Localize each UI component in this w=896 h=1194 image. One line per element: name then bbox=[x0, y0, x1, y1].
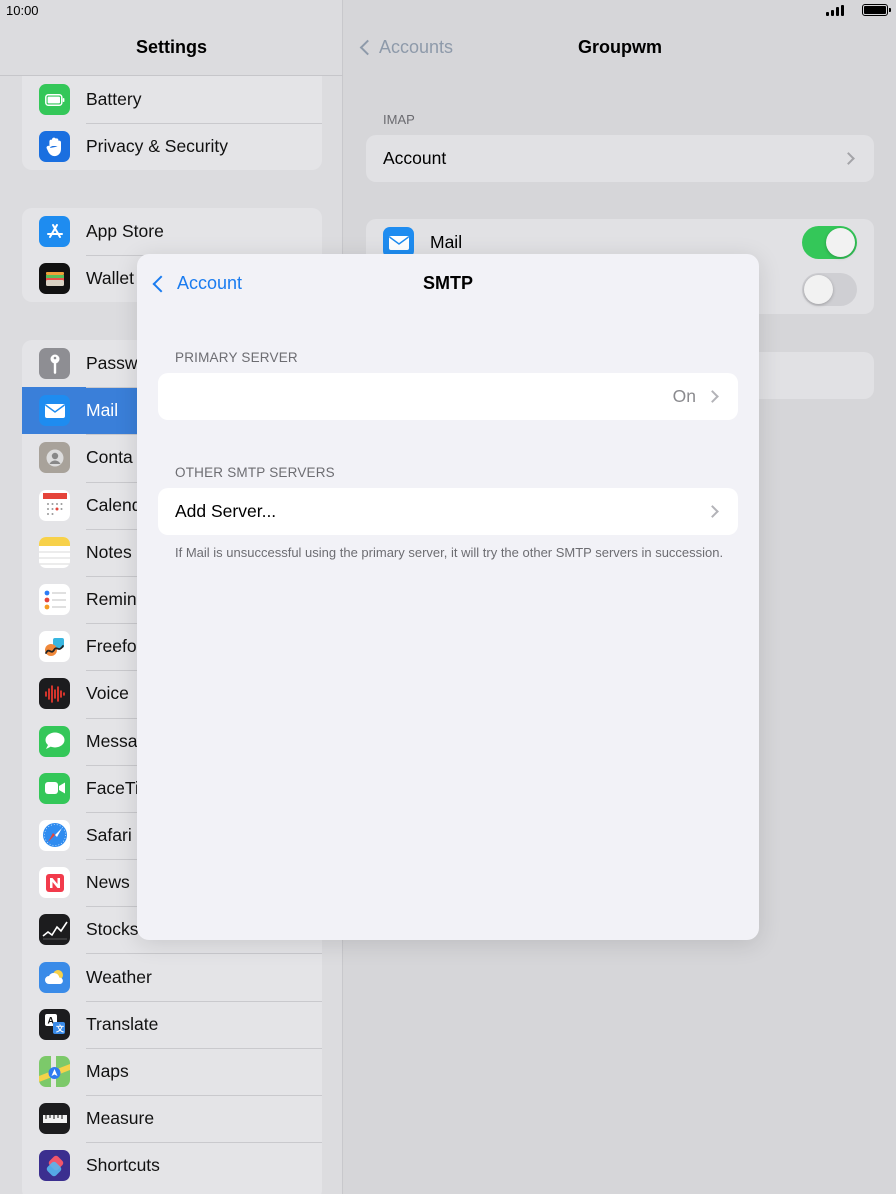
calendar-icon bbox=[39, 489, 70, 521]
sidebar-item-label: Privacy & Security bbox=[86, 136, 228, 157]
mail-icon bbox=[39, 395, 70, 427]
sidebar-item-label: Measure bbox=[86, 1108, 155, 1129]
messages-icon bbox=[39, 725, 70, 757]
notes-icon bbox=[39, 536, 70, 568]
sidebar-item-label: Translate bbox=[86, 1013, 159, 1034]
app-store-icon bbox=[39, 216, 70, 248]
other-servers-section-label: OTHER SMTP SERVERS bbox=[175, 465, 335, 480]
mail-service-label: Mail bbox=[430, 232, 463, 252]
sidebar-group-1: Battery Privacy & Security bbox=[22, 76, 322, 171]
account-card[interactable]: Account bbox=[366, 135, 874, 182]
contacts-icon bbox=[39, 442, 70, 474]
wallet-icon bbox=[39, 263, 70, 295]
svg-text:文: 文 bbox=[56, 1024, 65, 1034]
primary-server-status: On bbox=[672, 386, 696, 406]
sidebar-item-label: Passw bbox=[86, 353, 138, 374]
sidebar-item-weather[interactable]: Weather bbox=[22, 953, 322, 1000]
chevron-right-icon bbox=[842, 152, 855, 165]
sidebar-title: Settings bbox=[135, 37, 207, 57]
sidebar-item-label: FaceTi bbox=[86, 777, 139, 798]
sidebar-item-label: Notes bbox=[86, 541, 132, 562]
primary-server-row[interactable]: On bbox=[158, 373, 738, 420]
battery-icon bbox=[39, 84, 70, 116]
sidebar-item-label: Stocks bbox=[86, 919, 139, 940]
news-icon bbox=[39, 867, 70, 899]
sidebar-item-label: Calend bbox=[86, 494, 142, 515]
sidebar-item-label: Maps bbox=[86, 1060, 129, 1081]
add-server-button[interactable]: Add Server... bbox=[158, 488, 738, 535]
sidebar-item-label: App Store bbox=[86, 221, 164, 242]
facetime-icon bbox=[39, 772, 70, 804]
smtp-footer-note: If Mail is unsuccessful using the primar… bbox=[175, 545, 724, 560]
reminders-icon bbox=[39, 584, 70, 616]
shortcuts-icon bbox=[39, 1150, 70, 1182]
sidebar-item-privacy[interactable]: Privacy & Security bbox=[22, 123, 322, 170]
measure-icon bbox=[39, 1103, 70, 1135]
freeform-icon bbox=[39, 631, 70, 663]
voice-memos-icon bbox=[39, 678, 70, 710]
sidebar-item-label: Conta bbox=[86, 447, 133, 468]
sidebar-item-label: Battery bbox=[86, 89, 142, 110]
sheet-title: SMTP bbox=[422, 273, 473, 293]
sidebar-item-label: News bbox=[86, 872, 130, 893]
imap-section-label: IMAP bbox=[383, 112, 415, 127]
sidebar-item-app-store[interactable]: App Store bbox=[22, 208, 322, 255]
mail-toggle[interactable] bbox=[802, 226, 857, 259]
translate-icon: A文 bbox=[39, 1008, 70, 1040]
sidebar-item-translate[interactable]: A文 Translate bbox=[22, 1000, 322, 1048]
chevron-right-icon bbox=[706, 505, 719, 518]
sidebar-item-label: Mail bbox=[86, 400, 119, 421]
safari-icon bbox=[39, 819, 70, 851]
sidebar-item-measure[interactable]: Measure bbox=[22, 1095, 322, 1142]
status-time: 10:00 bbox=[6, 3, 39, 18]
sidebar-item-label: Weather bbox=[86, 966, 152, 987]
hand-icon bbox=[39, 131, 70, 163]
detail-title: Groupwm bbox=[578, 37, 662, 57]
sidebar-item-label: Safari bbox=[86, 824, 132, 845]
key-icon bbox=[39, 348, 70, 380]
add-server-label: Add Server... bbox=[175, 501, 277, 521]
account-label: Account bbox=[383, 148, 447, 168]
sidebar-item-label: Wallet bbox=[86, 268, 134, 289]
sidebar-item-shortcuts[interactable]: Shortcuts bbox=[22, 1142, 322, 1189]
sidebar-item-label: Voice bbox=[86, 683, 129, 704]
sidebar-item-label: Freefo bbox=[86, 636, 137, 657]
battery-status-icon bbox=[862, 4, 891, 16]
sidebar-item-label: Messa bbox=[86, 730, 138, 751]
maps-icon bbox=[39, 1055, 70, 1087]
smtp-sheet: Account SMTP PRIMARY SERVER On OTHER SMT… bbox=[137, 254, 759, 940]
second-service-toggle[interactable] bbox=[802, 273, 857, 306]
sidebar-item-label: Remin bbox=[86, 589, 137, 610]
weather-icon bbox=[39, 961, 70, 993]
sidebar-item-battery[interactable]: Battery bbox=[22, 76, 322, 123]
chevron-right-icon bbox=[706, 390, 719, 403]
stocks-icon bbox=[39, 914, 70, 946]
cellular-signal-icon bbox=[826, 4, 844, 16]
account-row[interactable]: Account bbox=[366, 135, 874, 182]
sidebar-item-label: Shortcuts bbox=[86, 1155, 160, 1176]
sidebar-item-maps[interactable]: Maps bbox=[22, 1047, 322, 1095]
primary-server-section-label: PRIMARY SERVER bbox=[175, 350, 298, 365]
status-indicators bbox=[826, 4, 891, 16]
